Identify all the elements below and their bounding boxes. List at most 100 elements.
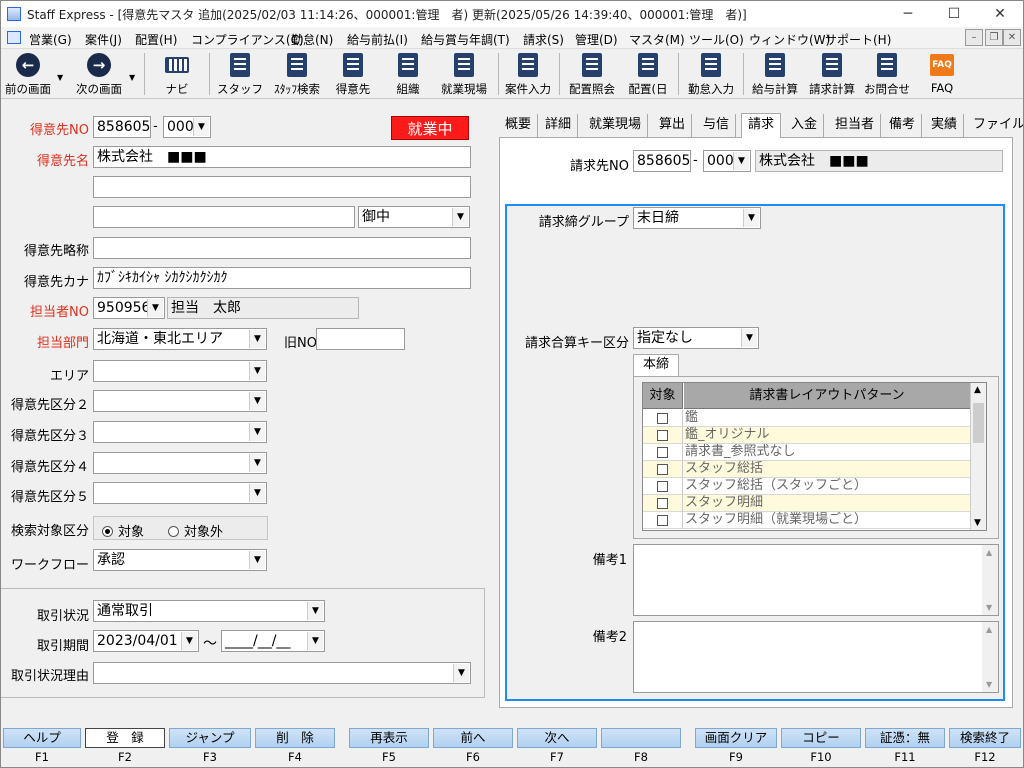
placement-day-button[interactable]: 配置(日 bbox=[623, 51, 673, 97]
f6-prev-button[interactable]: 前へ bbox=[433, 728, 513, 748]
tab-notes[interactable]: 備考 bbox=[883, 114, 923, 138]
f8-blank-button[interactable] bbox=[601, 728, 681, 748]
scroll-up-icon[interactable]: ▲ bbox=[974, 385, 981, 395]
search-target-off-radio[interactable]: 対象外 bbox=[168, 521, 223, 540]
menu-sales[interactable]: 営業(G) bbox=[29, 31, 72, 48]
navi-button[interactable]: ナビ bbox=[151, 51, 203, 97]
staff-search-button[interactable]: ｽﾀｯﾌ検索 bbox=[267, 51, 327, 97]
scroll-down-icon[interactable]: ▼ bbox=[986, 680, 992, 689]
menu-job[interactable]: 案件(J) bbox=[85, 31, 122, 48]
back-button[interactable]: ← 前の画面 bbox=[3, 51, 53, 97]
client-cat2-select[interactable]: ▼ bbox=[93, 390, 267, 412]
tab-files[interactable]: ファイル bbox=[967, 114, 1023, 138]
menu-billing[interactable]: 請求(S) bbox=[523, 31, 564, 48]
tab-credit[interactable]: 与信 bbox=[697, 114, 737, 138]
trade-to-date[interactable]: ____/__/__ ▼ bbox=[221, 630, 325, 652]
table-scrollbar[interactable]: ▲ ▼ bbox=[970, 383, 986, 530]
client-name-input-3[interactable] bbox=[93, 206, 355, 228]
menu-placement[interactable]: 配置(H) bbox=[135, 31, 177, 48]
attendance-entry-button[interactable]: 勤怠入力 bbox=[683, 51, 739, 97]
client-kana-input[interactable]: ｶﾌﾞｼｷｶｲｼｬ ｼｶｸｼｶｸｼｶｸ bbox=[93, 267, 471, 289]
client-abbr-input[interactable] bbox=[93, 237, 471, 259]
menu-admin[interactable]: 管理(D) bbox=[575, 31, 618, 48]
menu-attendance[interactable]: 勤怠(N) bbox=[291, 31, 333, 48]
f11-evidence-button[interactable]: 証憑：無 bbox=[865, 728, 945, 748]
memo1-textarea[interactable]: ▲ ▼ bbox=[633, 544, 999, 616]
next-button[interactable]: → 次の画面 bbox=[71, 51, 127, 97]
client-cat4-select[interactable]: ▼ bbox=[93, 452, 267, 474]
org-button[interactable]: 組織 bbox=[385, 51, 431, 97]
client-name-input-1[interactable]: 株式会社 ■■■ bbox=[93, 146, 471, 168]
back-dropdown-icon[interactable]: ▼ bbox=[57, 73, 63, 82]
client-code-input[interactable]: 858605 bbox=[93, 116, 151, 138]
checkbox[interactable] bbox=[657, 413, 668, 424]
client-button[interactable]: 得意先 bbox=[329, 51, 377, 97]
menu-prepay[interactable]: 給与前払(I) bbox=[347, 31, 408, 48]
f9-clear-button[interactable]: 画面クリア bbox=[695, 728, 777, 748]
bill-to-branch-select[interactable]: 000 ▼ bbox=[703, 150, 751, 172]
table-row[interactable]: スタッフ総括 bbox=[643, 461, 970, 478]
memo2-scrollbar[interactable]: ▲ ▼ bbox=[982, 622, 998, 692]
checkbox[interactable] bbox=[657, 515, 668, 526]
f7-next-button[interactable]: 次へ bbox=[517, 728, 597, 748]
menu-master[interactable]: マスタ(M) bbox=[629, 31, 685, 48]
f3-jump-button[interactable]: ジャンプ bbox=[169, 728, 251, 748]
f1-help-button[interactable]: ヘルプ bbox=[3, 728, 81, 748]
checkbox[interactable] bbox=[657, 481, 668, 492]
table-row[interactable]: スタッフ明細 bbox=[643, 495, 970, 512]
f2-register-button[interactable]: 登 録 bbox=[85, 728, 165, 748]
client-cat3-select[interactable]: ▼ bbox=[93, 421, 267, 443]
tab-results[interactable]: 実績 bbox=[925, 114, 965, 138]
client-branch-select[interactable]: 000 ▼ bbox=[163, 116, 211, 138]
menu-payroll[interactable]: 給与賞与年調(T) bbox=[421, 31, 510, 48]
tab-main-close[interactable]: 本締 bbox=[633, 354, 679, 376]
job-entry-button[interactable]: 案件入力 bbox=[501, 51, 555, 97]
tab-detail[interactable]: 詳細 bbox=[539, 114, 579, 138]
work-site-button[interactable]: 就業現場 bbox=[435, 51, 493, 97]
f10-copy-button[interactable]: コピー bbox=[781, 728, 861, 748]
f12-exit-search-button[interactable]: 検索終了 bbox=[949, 728, 1021, 748]
checkbox[interactable] bbox=[657, 464, 668, 475]
tab-billing[interactable]: 請求 bbox=[741, 113, 782, 139]
search-target-on-radio[interactable]: 対象 bbox=[102, 521, 144, 540]
mdi-close-button[interactable]: ✕ bbox=[1003, 29, 1021, 46]
checkbox[interactable] bbox=[657, 498, 668, 509]
checkbox[interactable] bbox=[657, 430, 668, 441]
area-select[interactable]: ▼ bbox=[93, 360, 267, 382]
honorific-select[interactable]: 御中 ▼ bbox=[358, 206, 470, 228]
dept-select[interactable]: 北海道・東北エリア ▼ bbox=[93, 328, 267, 350]
placement-query-button[interactable]: 配置照会 bbox=[563, 51, 621, 97]
tab-rep[interactable]: 担当者 bbox=[829, 114, 882, 138]
client-name-input-2[interactable] bbox=[93, 176, 471, 198]
client-cat5-select[interactable]: ▼ bbox=[93, 482, 267, 504]
tab-payment[interactable]: 入金 bbox=[785, 114, 825, 138]
trade-status-select[interactable]: 通常取引 ▼ bbox=[93, 600, 325, 622]
scroll-up-icon[interactable]: ▲ bbox=[986, 548, 992, 557]
mdi-minimize-button[interactable]: – bbox=[965, 29, 983, 46]
next-dropdown-icon[interactable]: ▼ bbox=[129, 73, 135, 82]
menu-support[interactable]: サポート(H) bbox=[825, 31, 891, 48]
scroll-up-icon[interactable]: ▲ bbox=[986, 625, 992, 634]
scroll-thumb[interactable] bbox=[973, 403, 984, 443]
checkbox[interactable] bbox=[657, 447, 668, 458]
menu-tools[interactable]: ツール(O) bbox=[689, 31, 744, 48]
f5-refresh-button[interactable]: 再表示 bbox=[349, 728, 429, 748]
payroll-calc-button[interactable]: 給与計算 bbox=[747, 51, 803, 97]
table-row[interactable]: スタッフ総括（スタッフごと） bbox=[643, 478, 970, 495]
trade-reason-select[interactable]: ▼ bbox=[93, 662, 471, 684]
table-row[interactable]: 鑑_オリジナル bbox=[643, 427, 970, 444]
close-button[interactable]: ✕ bbox=[977, 1, 1023, 27]
bill-to-code-input[interactable]: 858605 bbox=[633, 150, 691, 172]
billing-calc-button[interactable]: 請求計算 bbox=[805, 51, 859, 97]
close-group-select[interactable]: 末日締 ▼ bbox=[633, 207, 761, 229]
rep-no-select[interactable]: 950956 ▼ bbox=[93, 297, 165, 319]
staff-button[interactable]: スタッフ bbox=[215, 51, 265, 97]
old-no-input[interactable] bbox=[316, 328, 405, 350]
scroll-down-icon[interactable]: ▼ bbox=[986, 603, 992, 612]
trade-from-date[interactable]: 2023/04/01 ▼ bbox=[93, 630, 199, 652]
tab-overview[interactable]: 概要 bbox=[499, 114, 539, 138]
sum-key-select[interactable]: 指定なし ▼ bbox=[633, 327, 759, 349]
memo1-scrollbar[interactable]: ▲ ▼ bbox=[982, 545, 998, 615]
minimize-button[interactable]: ─ bbox=[885, 1, 931, 27]
mdi-restore-button[interactable]: ❐ bbox=[985, 29, 1003, 46]
